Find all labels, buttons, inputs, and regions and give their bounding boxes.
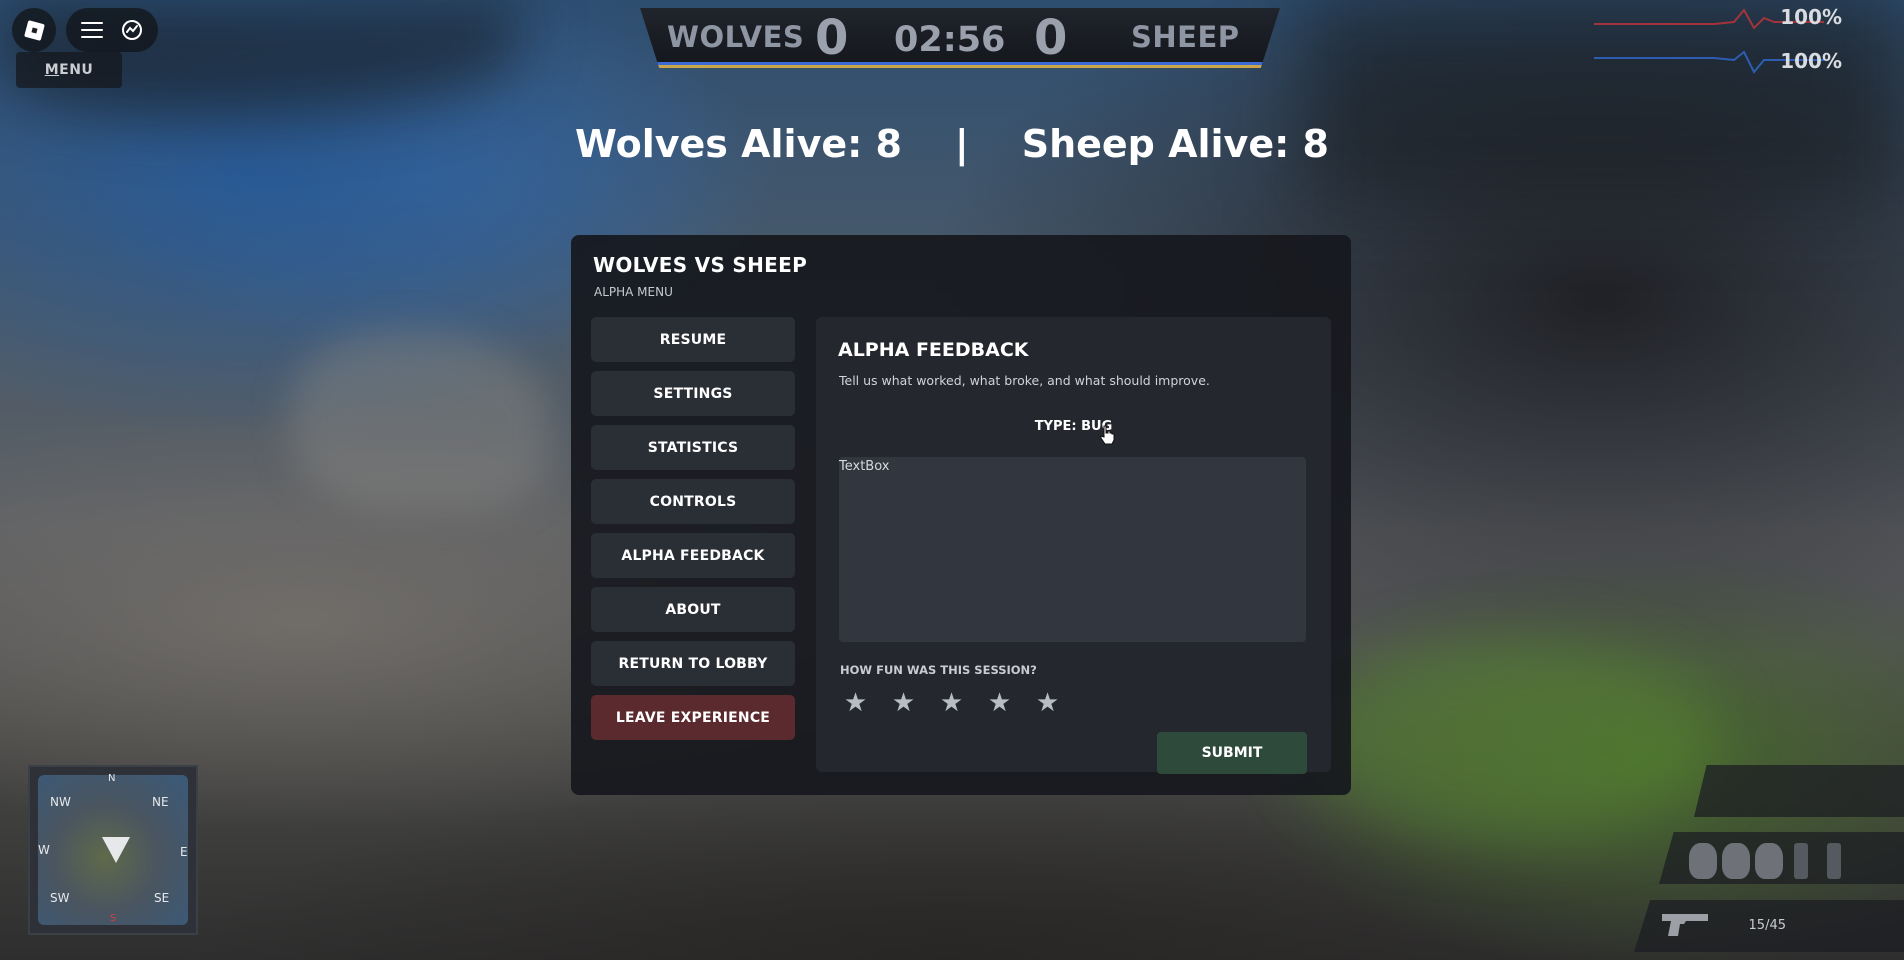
alive-count-banner: Wolves Alive: 8 | Sheep Alive: 8 [575,122,1329,166]
ammo-counter: 15/45 [1748,918,1786,933]
menu-label-button[interactable]: M ENU [16,52,122,88]
headset-icon[interactable] [120,18,144,42]
roblox-toolbar [66,8,158,52]
rating-stars: ★ ★ ★ ★ ★ [842,689,1061,717]
menu-subtitle: ALPHA MENU [594,285,673,299]
leave-experience-button[interactable]: LEAVE EXPERIENCE [591,695,795,740]
controls-button[interactable]: CONTROLS [591,479,795,524]
compass-sw: SW [50,891,70,905]
feedback-title: ALPHA FEEDBACK [838,339,1029,361]
grenade-icon [1689,843,1717,879]
canister-icon [1827,843,1841,879]
roblox-logo-button[interactable] [12,8,56,52]
rating-star-5-icon[interactable]: ★ [1034,689,1061,717]
submit-button[interactable]: SUBMIT [1157,732,1307,774]
hamburger-menu-icon[interactable] [80,22,103,38]
player-arrow-icon [102,837,130,863]
pistol-icon [1662,914,1708,936]
feedback-description: Tell us what worked, what broke, and wha… [839,373,1210,388]
team-right-score: 0 [1034,10,1068,66]
grenade-slot [1659,832,1904,884]
rating-star-2-icon[interactable]: ★ [890,689,917,717]
grenade-icon [1722,843,1750,879]
compass-nw: NW [50,795,71,809]
scoreboard: WOLVES 0 02:56 0 SHEEP [640,8,1280,68]
hand-cursor-icon [1100,425,1115,445]
resume-button[interactable]: RESUME [591,317,795,362]
compass-ne: NE [152,795,169,809]
compass-s: S [110,913,117,924]
feedback-textbox[interactable]: TextBox [839,457,1306,642]
team-left-score: 0 [815,10,849,66]
grenade-icon [1755,843,1783,879]
compass-e: E [180,845,188,859]
statistics-button[interactable]: STATISTICS [591,425,795,470]
rating-star-4-icon[interactable]: ★ [986,689,1013,717]
feedback-textbox-placeholder: TextBox [839,459,890,474]
menu-title: WOLVES VS SHEEP [593,253,808,277]
hud-slot-top [1694,765,1904,817]
health-percent-top: 100% [1780,5,1842,29]
team-left-name: WOLVES [667,19,805,54]
alpha-feedback-button[interactable]: ALPHA FEEDBACK [591,533,795,578]
canister-icon [1794,843,1808,879]
compass-se: SE [154,891,170,905]
rating-question: HOW FUN WAS THIS SESSION? [840,663,1037,677]
rating-star-1-icon[interactable]: ★ [842,689,869,717]
match-timer: 02:56 [894,20,1006,60]
rating-star-3-icon[interactable]: ★ [938,689,965,717]
alpha-menu-panel: WOLVES VS SHEEP ALPHA MENU RESUME SETTIN… [571,235,1351,795]
compass-w: W [38,843,50,857]
feedback-content-pane: ALPHA FEEDBACK Tell us what worked, what… [816,317,1331,774]
settings-button[interactable]: SETTINGS [591,371,795,416]
minimap: N NW NE W E SW SE S [28,765,198,935]
team-right-name: SHEEP [1131,19,1240,54]
roblox-logo-icon [23,19,45,41]
health-percent-bottom: 100% [1780,49,1842,73]
return-to-lobby-button[interactable]: RETURN TO LOBBY [591,641,795,686]
about-button[interactable]: ABOUT [591,587,795,632]
compass-n: N [108,773,116,784]
feedback-type-toggle[interactable]: TYPE: BUG [816,419,1331,434]
